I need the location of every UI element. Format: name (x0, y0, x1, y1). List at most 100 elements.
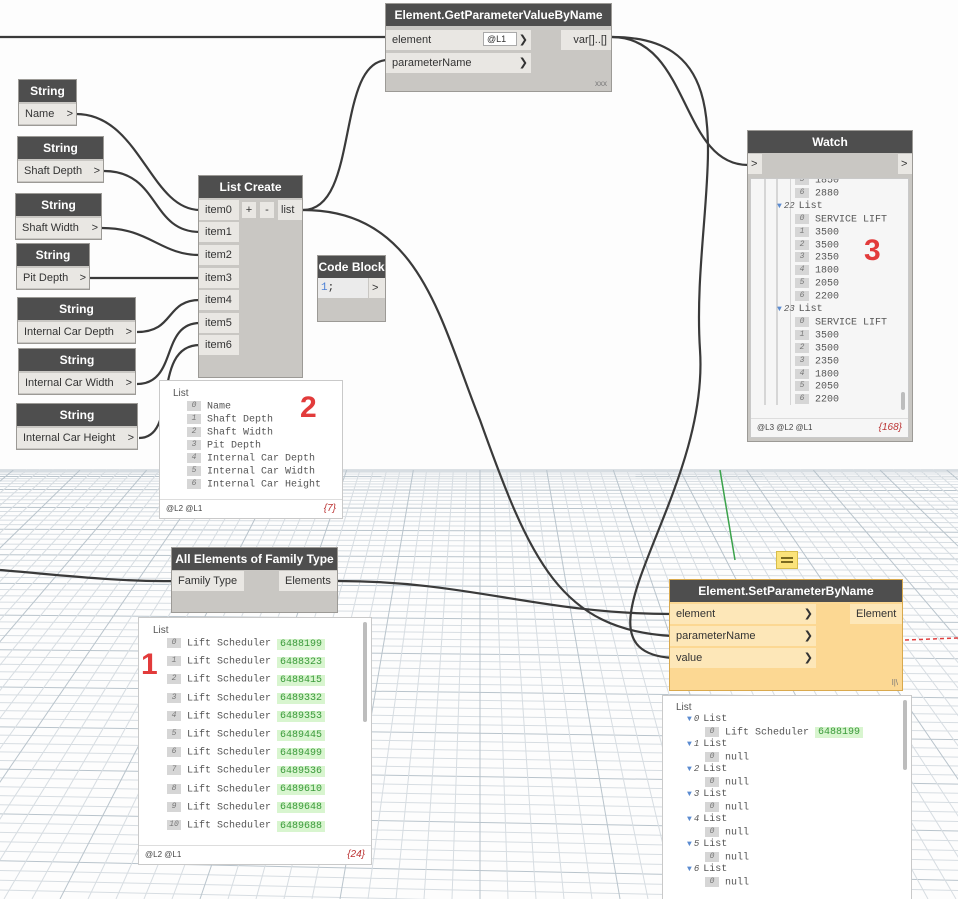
level-field[interactable]: @L1 (484, 33, 517, 45)
input-port-item4[interactable]: item4 (199, 290, 239, 310)
element-id[interactable]: 6489499 (277, 747, 326, 759)
string-value-name[interactable]: Name > (19, 104, 76, 124)
input-port-item2[interactable]: item2 (199, 245, 239, 265)
input-port-parameter-name[interactable]: parameterName ❯ (386, 53, 531, 73)
string-value-shaft-depth[interactable]: Shaft Depth > (18, 161, 103, 181)
list-item: 6 Lift Scheduler 6489499 (167, 747, 326, 759)
node-all-elements-of-family-type[interactable]: All Elements of Family Type Family Type … (172, 548, 337, 612)
list-item: 10 Lift Scheduler 6489688 (167, 820, 326, 832)
expand-triangle-icon[interactable]: ▼ (687, 790, 692, 799)
node-string-internal-car-width[interactable]: String Internal Car Width > (19, 349, 135, 394)
output-port-elements[interactable]: Elements (279, 571, 337, 591)
note-pin-icon[interactable] (777, 552, 797, 568)
set-parameter-scrollbar[interactable] (903, 700, 907, 770)
input-port-parameter-name[interactable]: parameterName ❯ (670, 626, 816, 646)
list-item: 0 null (705, 776, 749, 788)
code-editor[interactable]: 1; (318, 278, 368, 298)
node-list-create[interactable]: List Create item0 + - list item1 item2 i… (199, 176, 302, 377)
element-id[interactable]: 6489648 (277, 802, 326, 814)
node-string-internal-car-depth[interactable]: String Internal Car Depth > (18, 298, 135, 343)
dynamo-canvas[interactable]: Element.GetParameterValueByName element … (0, 0, 958, 899)
element-name: Lift Scheduler (187, 820, 272, 832)
element-id[interactable]: 6488415 (277, 675, 326, 687)
element-id[interactable]: 6489688 (277, 820, 326, 832)
string-value-pit-depth[interactable]: Pit Depth > (17, 268, 89, 288)
expand-triangle-icon[interactable]: ▼ (687, 740, 692, 749)
node-title: Code Block (318, 256, 385, 278)
item-value: 1800 (815, 265, 840, 277)
output-port-list[interactable]: list (278, 200, 302, 220)
element-id[interactable]: 6489536 (277, 766, 326, 778)
set-parameter-preview[interactable]: List ▼ 0 List 0 Lift Scheduler 6488199 ▼ 1 List 0… (663, 696, 911, 899)
string-value-internal-car-depth[interactable]: Internal Car Depth > (18, 322, 135, 342)
element-id[interactable]: 6488323 (277, 656, 326, 668)
string-value-internal-car-width[interactable]: Internal Car Width > (19, 373, 135, 393)
wire-shaftdepth-to-item1 (103, 169, 201, 234)
output-port-watch[interactable]: > (898, 154, 912, 174)
input-port-item1[interactable]: item1 (199, 222, 239, 242)
output-port-var[interactable]: var[]..[] (561, 30, 611, 50)
input-port-item0[interactable]: item0 (199, 200, 239, 220)
input-port-element[interactable]: element @L1 ❯ (386, 30, 531, 50)
node-string-pit-depth[interactable]: String Pit Depth > (17, 244, 89, 289)
node-string-shaft-depth[interactable]: String Shaft Depth > (18, 137, 103, 182)
watch-preview[interactable]: 5 1850 6 2880 ▼ 22 List 0 SERVICE LIFT 1 3500 2 3500… (751, 179, 908, 437)
item-index: 5 (795, 381, 809, 392)
item-value: Internal Car Height (207, 479, 322, 491)
expand-triangle-icon[interactable]: ▼ (687, 865, 692, 874)
item-index: 0 (705, 776, 719, 787)
input-port-item3[interactable]: item3 (199, 268, 239, 288)
expand-triangle-icon[interactable]: ▼ (687, 840, 692, 849)
expand-triangle-icon[interactable]: ▼ (687, 715, 692, 724)
list-group: ▼ 4 List (687, 814, 727, 825)
add-input-button[interactable]: + (242, 202, 256, 218)
expand-triangle-icon[interactable]: ▼ (687, 815, 692, 824)
node-string-shaft-width[interactable]: String Shaft Width > (16, 194, 101, 239)
string-label: Shaft Depth (24, 165, 83, 177)
node-set-parameter-by-name[interactable]: Element.SetParameterByName element ❯ par… (670, 580, 902, 690)
node-string-internal-car-height[interactable]: String Internal Car Height > (17, 404, 137, 449)
node-code-block[interactable]: Code Block 1; > (318, 256, 385, 321)
node-title: List Create (199, 176, 302, 198)
input-port-watch[interactable]: > (748, 154, 762, 174)
watch-scrollbar[interactable] (901, 392, 905, 410)
chevron-right-icon: ❯ (518, 34, 528, 46)
all-elements-preview[interactable]: List 0 Lift Scheduler 6488199 1 Lift Schedul… (139, 618, 371, 864)
element-id[interactable]: 6489445 (277, 729, 326, 741)
input-port-value[interactable]: value ❯ (670, 648, 816, 668)
list-item: 5 1850 (795, 179, 839, 187)
string-value-shaft-width[interactable]: Shaft Width > (16, 218, 101, 238)
item-value: 2050 (815, 278, 840, 290)
list-item: 0 Lift Scheduler 6488199 (167, 638, 326, 650)
element-id[interactable]: 6489610 (277, 784, 326, 796)
element-id[interactable]: 6488199 (815, 727, 864, 739)
node-title: Element.SetParameterByName (670, 580, 902, 602)
node-title: String (17, 404, 137, 426)
item-index: 0 (795, 213, 809, 224)
input-port-item5[interactable]: item5 (199, 313, 239, 333)
item-index: 0 (693, 714, 700, 724)
expand-triangle-icon[interactable]: ▼ (687, 765, 692, 774)
item-index: 4 (693, 814, 700, 824)
output-port-element[interactable]: Element (850, 604, 902, 624)
input-port-family-type[interactable]: Family Type (172, 571, 244, 591)
list-item: 2 Lift Scheduler 6488415 (167, 674, 326, 687)
string-value-internal-car-height[interactable]: Internal Car Height > (17, 428, 137, 448)
output-port-code[interactable]: > (369, 278, 385, 298)
item-value: Lift Scheduler (725, 727, 810, 739)
input-port-element[interactable]: element ❯ (670, 604, 816, 624)
element-id[interactable]: 6488199 (277, 638, 326, 650)
element-id[interactable]: 6489353 (277, 711, 326, 723)
remove-input-button[interactable]: - (260, 202, 274, 218)
node-watch[interactable]: Watch > > 5 1850 6 2880 ▼ 22 List 0 SERVICE LIFT… (748, 131, 912, 441)
element-id[interactable]: 6489332 (277, 693, 326, 705)
string-label: Shaft Width (22, 222, 79, 234)
all-elements-scrollbar[interactable] (363, 622, 367, 722)
list-item: 0 null (705, 851, 749, 863)
element-name: Lift Scheduler (187, 675, 272, 687)
node-get-parameter-value-by-name[interactable]: Element.GetParameterValueByName element … (386, 4, 611, 91)
preview-list-title: List (173, 388, 189, 399)
input-port-item6[interactable]: item6 (199, 335, 239, 355)
node-string-name[interactable]: String Name > (19, 80, 76, 125)
preview-list-title: List (676, 702, 692, 713)
